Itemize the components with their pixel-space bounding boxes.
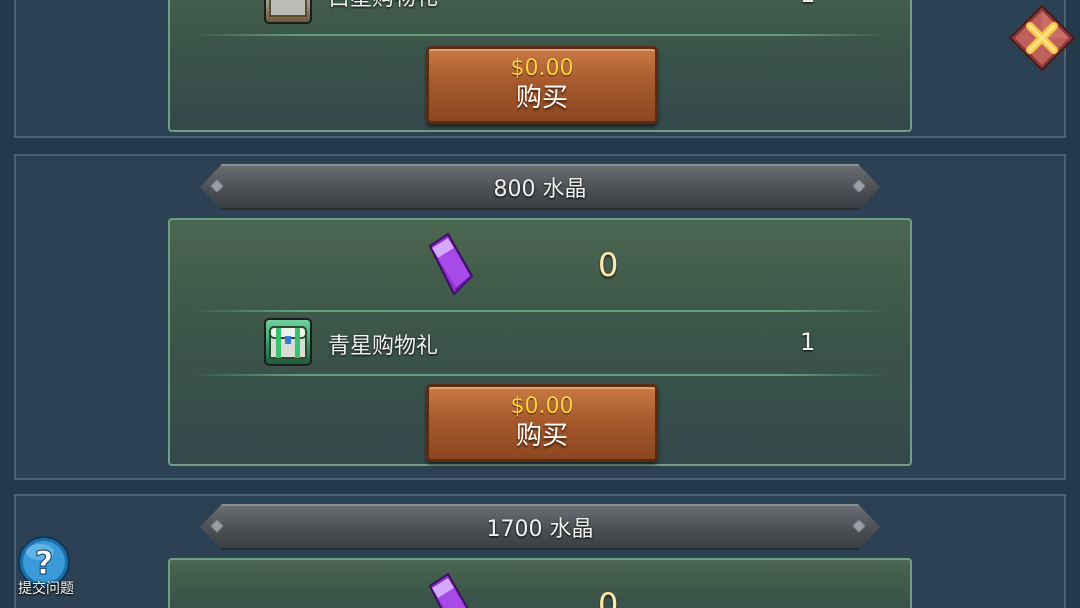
treasure-chest-icon — [264, 318, 312, 366]
close-icon — [1008, 4, 1076, 72]
submit-question-label: 提交问题 — [18, 581, 74, 597]
divider — [190, 310, 890, 312]
divider — [190, 374, 890, 376]
buy-label: 购买 — [515, 421, 568, 451]
pack-title: 1700 水晶 — [486, 517, 594, 542]
pack-card-1700: 0 — [168, 558, 912, 608]
pack-title: 800 水晶 — [493, 177, 587, 202]
buy-label: 购买 — [515, 83, 568, 113]
submit-question-button[interactable]: ? 提交问题 — [10, 532, 82, 602]
shop-screen: 白星购物礼 1 $0.00 购买 800 水晶 0 — [0, 0, 1080, 608]
crystal-count: 0 — [598, 586, 619, 608]
pack-title-banner: 1700 水晶 — [200, 504, 880, 550]
item-quantity: 1 — [800, 328, 816, 356]
purple-crystal-icon — [428, 232, 474, 296]
divider — [190, 34, 890, 36]
close-button[interactable] — [1008, 4, 1076, 72]
buy-button[interactable]: $0.00 购买 — [426, 384, 658, 462]
item-name: 白星购物礼 — [328, 0, 438, 12]
pack-card-white-star: 白星购物礼 1 $0.00 购买 — [168, 0, 912, 132]
price-label: $0.00 — [510, 394, 574, 419]
price-label: $0.00 — [510, 56, 574, 81]
svg-text:?: ? — [35, 544, 54, 582]
crystal-count: 0 — [598, 246, 619, 284]
buy-button[interactable]: $0.00 购买 — [426, 46, 658, 124]
pack-title-banner: 800 水晶 — [200, 164, 880, 210]
pack-card-800: 0 青星购物礼 1 $0.00 购买 — [168, 218, 912, 466]
purple-crystal-icon — [428, 572, 469, 608]
treasure-chest-icon — [264, 0, 312, 24]
item-quantity: 1 — [800, 0, 815, 8]
item-name: 青星购物礼 — [328, 334, 439, 359]
